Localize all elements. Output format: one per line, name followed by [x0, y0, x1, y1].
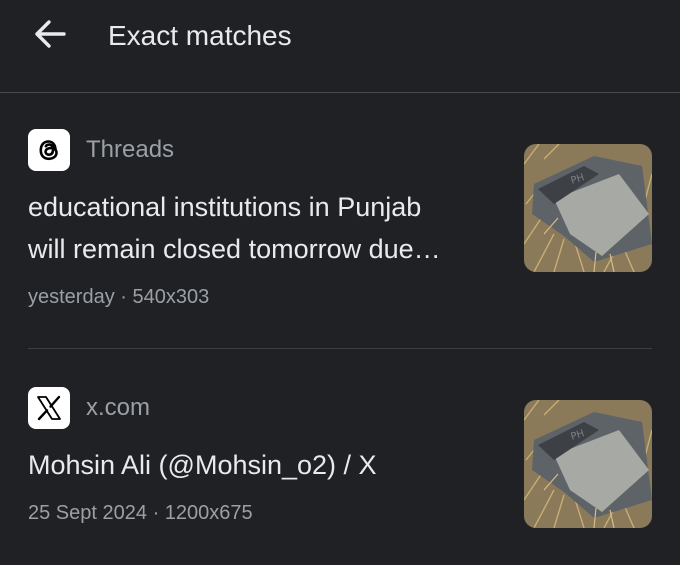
arrow-left-icon — [33, 19, 67, 54]
source-name: x.com — [86, 394, 151, 421]
result-time: 25 Sept 2024 — [28, 502, 147, 524]
result-time: yesterday — [28, 286, 115, 308]
result-thumbnail[interactable]: PH — [524, 400, 652, 528]
result-item-threads[interactable]: Threads educational institutions in Punj… — [28, 120, 652, 349]
result-thumbnail[interactable]: PH — [524, 144, 652, 272]
threads-logo-icon — [28, 129, 70, 171]
result-meta: yesterday · 540x303 — [28, 286, 209, 309]
meta-separator: · — [120, 286, 127, 308]
meta-separator: · — [152, 502, 160, 524]
result-dimensions: 1200x675 — [164, 502, 253, 524]
headline-line: Mohsin Ali (@Mohsin_o2) / X — [28, 450, 377, 480]
result-source[interactable]: x.com — [28, 386, 150, 430]
result-headline[interactable]: educational institutions in Punjab will … — [28, 186, 498, 270]
headline-line: will remain closed tomorrow due… — [28, 234, 441, 264]
result-meta: 25 Sept 2024 · 1200x675 — [28, 502, 253, 525]
source-name: Threads — [86, 136, 175, 163]
headline-line: educational institutions in Punjab — [28, 192, 422, 222]
page-title: Exact matches — [108, 20, 292, 51]
result-item-x[interactable]: x.com Mohsin Ali (@Mohsin_o2) / X 25 Sep… — [28, 378, 652, 548]
result-source[interactable]: Threads — [28, 128, 174, 172]
result-headline[interactable]: Mohsin Ali (@Mohsin_o2) / X — [28, 444, 498, 486]
x-logo-icon — [28, 387, 70, 429]
back-button[interactable] — [26, 14, 74, 58]
result-dimensions: 540x303 — [132, 286, 210, 308]
top-app-bar: Exact matches — [0, 0, 680, 93]
